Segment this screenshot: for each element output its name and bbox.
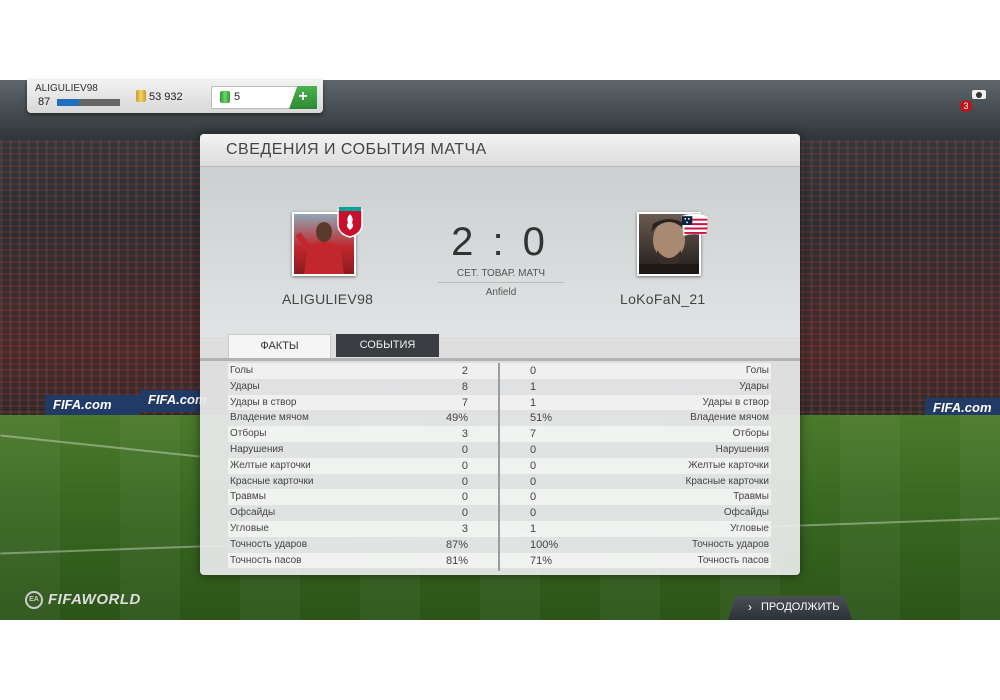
chevron-right-icon: › xyxy=(748,600,752,614)
ad-board-left-1: FIFA.com xyxy=(45,395,140,417)
stat-label-home: Удары xyxy=(230,380,260,392)
username: ALIGULIEV98 xyxy=(35,83,98,94)
stat-value-home: 0 xyxy=(461,475,468,488)
stat-value-away: 1 xyxy=(530,380,537,393)
stat-label-home: Точность ударов xyxy=(230,538,308,550)
ea-logo-icon: EA xyxy=(25,591,43,609)
match-type: СЕТ. ТОВАР. МАТЧ xyxy=(438,268,564,283)
stat-label-away: Владение мячом xyxy=(690,412,769,424)
stat-label-away: Удары xyxy=(739,380,769,392)
stat-label-away: Желтые карточки xyxy=(688,459,769,471)
points-balance: 5 xyxy=(234,91,241,103)
stat-value-home: 3 xyxy=(461,428,468,441)
player-status-bar: ALIGULIEV98 87 53 932 5 + xyxy=(27,80,323,113)
xp-progress-bar xyxy=(57,99,120,106)
stat-label-home: Травмы xyxy=(230,491,266,503)
stadium-name: Anfield xyxy=(485,287,517,298)
points-box: 5 + xyxy=(211,86,317,109)
stat-value-home: 0 xyxy=(461,491,468,504)
stat-value-away: 0 xyxy=(530,443,537,456)
match-score: 2 : 0 xyxy=(451,220,549,264)
stat-label-away: Угловые xyxy=(730,522,769,534)
points-icon xyxy=(220,91,230,103)
stat-label-home: Точность пасов xyxy=(230,554,302,566)
stat-value-away: 1 xyxy=(530,522,537,535)
stat-value-home: 49% xyxy=(445,412,468,425)
stat-value-away: 0 xyxy=(530,365,537,377)
stat-value-away: 71% xyxy=(530,554,553,567)
fifaworld-logo: EA FIFAWORLD xyxy=(25,590,140,612)
stat-label-away: Травмы xyxy=(733,491,769,503)
stat-label-away: Точность пасов xyxy=(697,554,770,566)
brand-name: FIFAWORLD xyxy=(48,591,141,608)
stat-label-home: Нарушения xyxy=(230,443,284,455)
continue-button[interactable]: › ПРОДОЛЖИТЬ xyxy=(728,596,852,620)
coins-icon xyxy=(136,90,146,102)
stat-value-away: 0 xyxy=(530,475,537,488)
stat-value-home: 3 xyxy=(461,522,468,535)
stats-divider xyxy=(498,363,500,571)
home-player-name: ALIGULIEV98 xyxy=(282,291,374,307)
notification-badge[interactable]: 3 xyxy=(960,100,972,112)
player-level: 87 xyxy=(38,96,51,108)
stat-label-away: Точность ударов xyxy=(691,538,769,550)
stat-value-away: 0 xyxy=(530,507,537,520)
stat-label-away: Отборы xyxy=(732,428,769,440)
stat-label-away: Голы xyxy=(745,365,769,376)
coin-balance: 53 932 xyxy=(149,91,183,103)
stat-value-home: 87% xyxy=(445,538,468,551)
stat-value-away: 0 xyxy=(530,491,537,504)
match-details-panel: СВЕДЕНИЯ И СОБЫТИЯ МАТЧА ALIGULIEV98 LoK… xyxy=(200,134,800,575)
stat-label-home: Угловые xyxy=(230,522,269,534)
panel-header: СВЕДЕНИЯ И СОБЫТИЯ МАТЧА xyxy=(200,134,800,167)
stat-label-away: Офсайды xyxy=(723,507,769,519)
stat-label-home: Красные карточки xyxy=(230,475,314,487)
stat-value-home: 7 xyxy=(461,396,468,409)
camera-icon[interactable] xyxy=(972,88,986,99)
stat-value-home: 0 xyxy=(461,443,468,456)
stat-label-home: Удары в створ xyxy=(230,396,297,408)
stat-value-home: 8 xyxy=(461,380,468,393)
stat-value-home: 2 xyxy=(461,365,468,377)
stat-value-away: 7 xyxy=(530,428,537,441)
stat-label-home: Желтые карточки xyxy=(230,459,311,471)
continue-label: ПРОДОЛЖИТЬ xyxy=(761,601,840,613)
tab-facts[interactable]: ФАКТЫ xyxy=(228,334,331,359)
stat-value-home: 0 xyxy=(461,459,468,472)
stat-label-away: Нарушения xyxy=(715,443,769,455)
ad-board-left-2: FIFA.com xyxy=(140,390,207,412)
pitch-line xyxy=(0,434,200,458)
xp-progress-fill xyxy=(57,99,80,106)
stat-value-home: 0 xyxy=(461,507,468,520)
page-title: СВЕДЕНИЯ И СОБЫТИЯ МАТЧА xyxy=(226,141,487,158)
stat-label-away: Удары в створ xyxy=(702,396,770,408)
stat-label-home: Голы xyxy=(230,365,254,376)
stat-label-away: Красные карточки xyxy=(685,475,769,487)
stat-value-home: 81% xyxy=(445,554,468,567)
stat-label-home: Отборы xyxy=(230,428,267,440)
stat-label-home: Владение мячом xyxy=(230,412,309,424)
stat-value-away: 1 xyxy=(530,396,537,409)
stat-value-away: 0 xyxy=(530,459,537,472)
tab-events[interactable]: СОБЫТИЯ xyxy=(336,334,439,357)
away-player-name: LoKoFaN_21 xyxy=(620,291,706,307)
add-points-button[interactable]: + xyxy=(289,86,317,109)
stat-value-away: 51% xyxy=(530,412,553,425)
stat-value-away: 100% xyxy=(530,538,559,551)
camera-lens xyxy=(976,92,982,98)
tab-underline xyxy=(200,358,800,361)
stat-label-home: Офсайды xyxy=(230,507,276,519)
